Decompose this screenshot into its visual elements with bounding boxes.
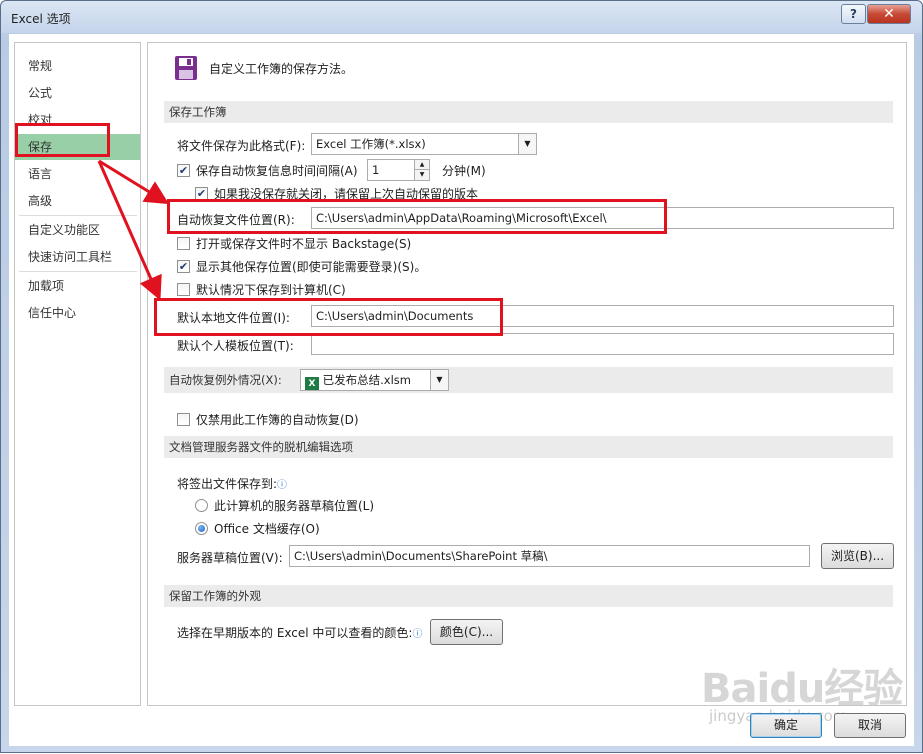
- page-description: 自定义工作簿的保存方法。: [209, 62, 354, 76]
- floppy-disk-icon: [175, 56, 197, 80]
- nav-item-quick-access-toolbar[interactable]: 快速访问工具栏: [15, 244, 140, 270]
- office-cache-label: Office 文档缓存(O): [214, 522, 320, 536]
- nav-item-customize-ribbon[interactable]: 自定义功能区: [15, 217, 140, 243]
- server-drafts-location-input[interactable]: C:\Users\admin\Documents\SharePoint 草稿\: [289, 545, 810, 567]
- close-button[interactable]: ✕: [867, 4, 911, 24]
- annotation-box-save-nav: [15, 123, 110, 157]
- disable-autorecover-label: 仅禁用此工作簿的自动恢复(D): [196, 413, 359, 427]
- autorecover-exceptions-label: 自动恢复例外情况(X):: [169, 373, 282, 387]
- exception-workbook-select[interactable]: X 已发布总结.xlsm ▼: [300, 369, 449, 391]
- info-icon: ⓘ: [277, 480, 288, 491]
- info-icon: ⓘ: [412, 629, 423, 640]
- excel-file-icon: X: [305, 377, 319, 390]
- save-format-select[interactable]: Excel 工作簿(*.xlsx) ▼: [311, 133, 537, 155]
- colors-label-text: 选择在早期版本的 Excel 中可以查看的颜色:: [177, 626, 413, 640]
- dialog-body: 常规 公式 校对 保存 语言 高级 自定义功能区 快速访问工具栏 加载项 信任中…: [9, 34, 914, 746]
- no-backstage-checkbox[interactable]: [177, 237, 190, 250]
- section-autorecover-exceptions: 自动恢复例外情况(X):: [164, 367, 893, 393]
- save-format-value: Excel 工作簿(*.xlsx): [316, 137, 426, 151]
- minutes-label: 分钟(M): [442, 164, 486, 178]
- personal-templates-label: 默认个人模板位置(T):: [177, 339, 294, 353]
- save-to-computer-label: 默认情况下保存到计算机(C): [196, 283, 346, 297]
- nav-item-formulas[interactable]: 公式: [15, 80, 140, 106]
- server-drafts-location-label: 服务器草稿位置(V):: [177, 551, 283, 565]
- no-backstage-label: 打开或保存文件时不显示 Backstage(S): [196, 237, 412, 251]
- spin-down-icon[interactable]: ▼: [414, 170, 429, 180]
- chevron-down-icon: ▼: [430, 370, 448, 390]
- nav-item-advanced[interactable]: 高级: [15, 188, 140, 214]
- show-other-locations-label: 显示其他保存位置(即使可能需要登录)(S)。: [196, 260, 427, 274]
- nav-item-language[interactable]: 语言: [15, 161, 140, 187]
- nav-divider: [19, 215, 137, 216]
- annotation-box-local-path: [154, 298, 503, 336]
- section-preserve-appearance: 保留工作簿的外观: [164, 585, 893, 607]
- save-to-computer-checkbox[interactable]: [177, 283, 190, 296]
- cancel-button[interactable]: 取消: [834, 713, 906, 738]
- nav-item-add-ins[interactable]: 加载项: [15, 273, 140, 299]
- server-drafts-label: 此计算机的服务器草稿位置(L): [214, 499, 375, 513]
- office-cache-radio[interactable]: [195, 522, 208, 535]
- section-save-workbooks: 保存工作簿: [164, 101, 893, 123]
- checked-out-save-text: 将签出文件保存到:: [177, 477, 278, 491]
- browse-button[interactable]: 浏览(B)...: [821, 543, 894, 569]
- autosave-checkbox[interactable]: ✔: [177, 164, 190, 177]
- colors-label: 选择在早期版本的 Excel 中可以查看的颜色:ⓘ: [177, 624, 422, 641]
- options-content: 自定义工作簿的保存方法。 保存工作簿 将文件保存为此格式(F): Excel 工…: [147, 42, 907, 706]
- nav-item-trust-center[interactable]: 信任中心: [15, 300, 140, 326]
- ok-button[interactable]: 确定: [750, 713, 822, 738]
- autosave-label: 保存自动恢复信息时间间隔(A): [196, 164, 358, 178]
- colors-button[interactable]: 颜色(C)...: [430, 619, 503, 645]
- nav-item-general[interactable]: 常规: [15, 53, 140, 79]
- autosave-minutes-value: 1: [372, 163, 380, 177]
- save-format-label: 将文件保存为此格式(F):: [177, 139, 306, 153]
- window-title: Excel 选项: [11, 12, 71, 26]
- show-other-locations-checkbox[interactable]: ✔: [177, 260, 190, 273]
- personal-templates-input[interactable]: [311, 333, 894, 355]
- title-bar: Excel 选项 ? ✕: [1, 1, 922, 33]
- excel-options-window: Excel 选项 ? ✕ 常规 公式 校对 保存 语言 高级 自定义功能区 快速…: [0, 0, 923, 753]
- disable-autorecover-checkbox[interactable]: [177, 413, 190, 426]
- autosave-minutes-spinner[interactable]: 1 ▲ ▼: [367, 159, 430, 181]
- chevron-down-icon: ▼: [518, 134, 536, 154]
- baidu-watermark: Baidu经验: [701, 666, 903, 712]
- exception-workbook-value: 已发布总结.xlsm: [322, 373, 412, 387]
- nav-divider: [19, 271, 137, 272]
- help-button[interactable]: ?: [841, 4, 866, 24]
- server-drafts-radio[interactable]: [195, 499, 208, 512]
- section-offline-editing: 文档管理服务器文件的脱机编辑选项: [164, 436, 893, 458]
- annotation-box-autorecover: [167, 199, 667, 234]
- checked-out-save-label: 将签出文件保存到:ⓘ: [177, 475, 287, 492]
